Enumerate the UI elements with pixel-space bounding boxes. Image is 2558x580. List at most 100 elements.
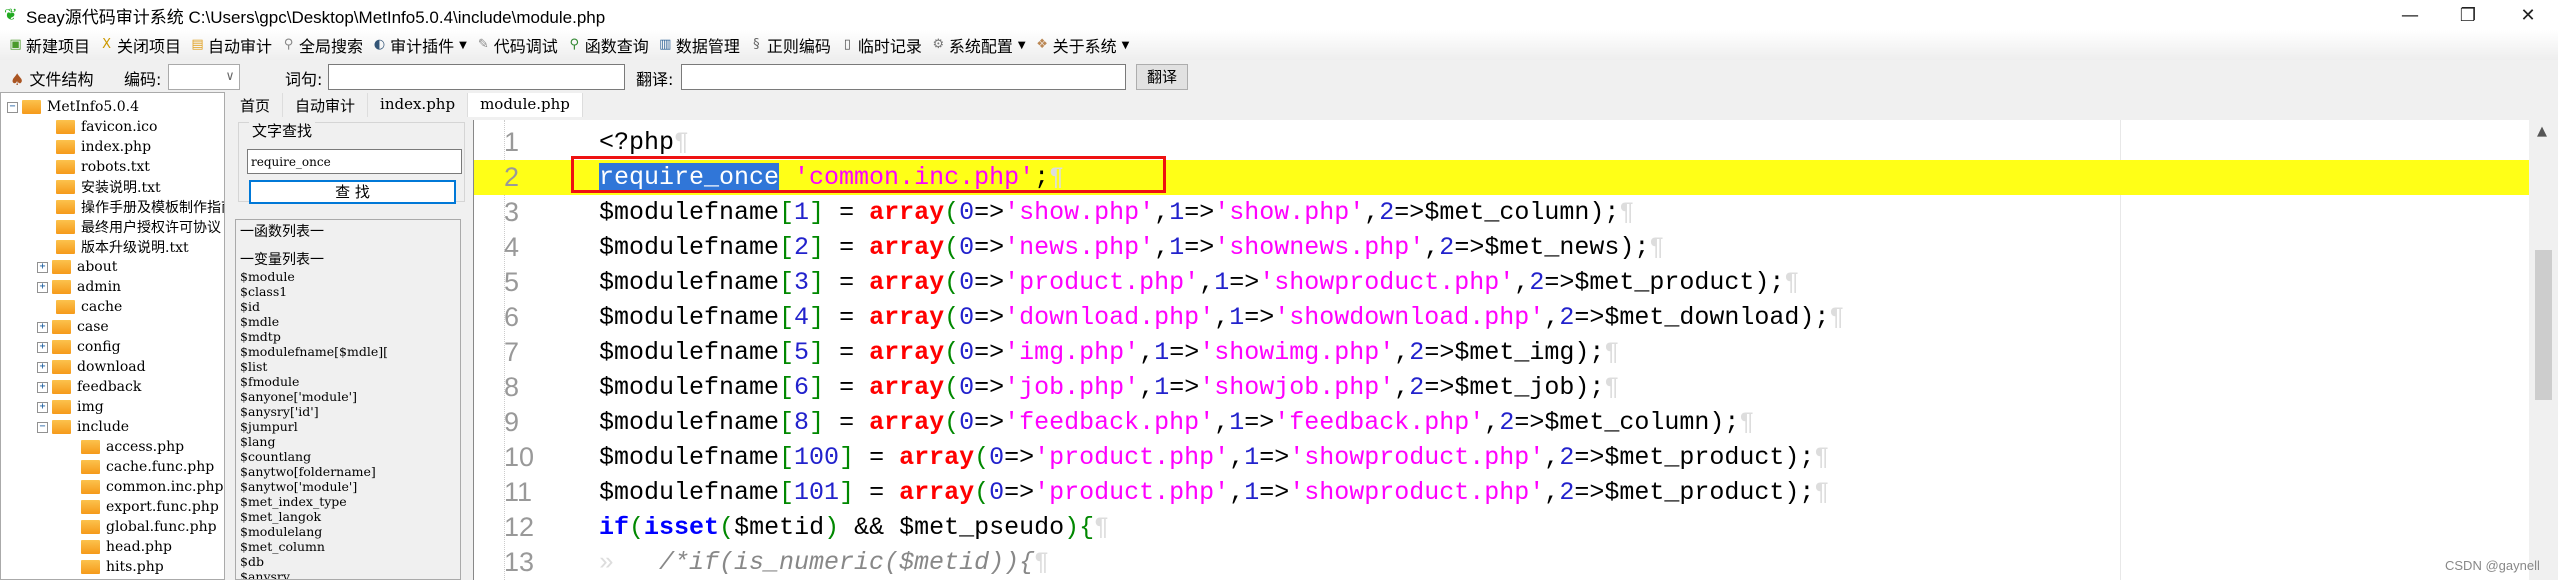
toolbar-button-5[interactable]: ◐ 审计插件 ▼: [372, 33, 467, 57]
tree-item[interactable]: index.php: [56, 137, 151, 157]
tree-item[interactable]: export.func.php: [81, 497, 219, 517]
toolbar-button-12[interactable]: ❖ 关于系统 ▼: [1035, 33, 1129, 57]
tab-index-php[interactable]: index.php: [368, 93, 469, 117]
encoding-select[interactable]: UTF-8 ∨: [168, 64, 240, 90]
tree-item[interactable]: global.func.php: [81, 517, 217, 537]
expand-icon[interactable]: +: [37, 321, 48, 333]
translate-button[interactable]: 翻译: [1136, 64, 1188, 90]
code-line: 3 $modulefname[1] = array(0=>'show.php',1…: [474, 195, 2530, 230]
scrollbar-thumb[interactable]: [2535, 250, 2552, 400]
tree-item[interactable]: + feedback: [37, 377, 141, 397]
window-title: Seay源代码审计系统 C:\Users\gpc\Desktop\MetInfo…: [26, 7, 606, 27]
code-editor[interactable]: 1 <?php¶ 2 require_once 'common.inc.php';¶ 3…: [473, 120, 2558, 580]
variable-list-item[interactable]: $modulelang: [240, 524, 456, 539]
collapse-icon[interactable]: −: [7, 101, 18, 113]
toolbar-button-9[interactable]: § 正则编码: [749, 33, 831, 57]
variable-list-item[interactable]: $fmodule: [240, 374, 456, 389]
variable-list-item[interactable]: $countlang: [240, 449, 456, 464]
toolbar-button-8[interactable]: ▥ 数据管理: [658, 33, 740, 57]
code-token: ¶: [1094, 513, 1110, 542]
tree-item[interactable]: cache.func.php: [81, 457, 214, 477]
minimize-button[interactable]: —: [2382, 0, 2438, 30]
variable-list-item[interactable]: $module: [240, 269, 456, 284]
expand-icon[interactable]: +: [37, 381, 48, 393]
find-button[interactable]: 查 找: [249, 180, 456, 204]
code-text: $modulefname[1] = array(0=>'show.php',1=…: [599, 195, 1634, 230]
tree-item[interactable]: 最终用户授权许可协议: [56, 217, 221, 237]
variable-list-item[interactable]: $id: [240, 299, 456, 314]
tree-item[interactable]: favicon.ico: [56, 117, 157, 137]
code-token: $met_img: [1454, 338, 1575, 367]
variable-list-item[interactable]: $db: [240, 554, 456, 569]
code-token: 101: [794, 478, 840, 507]
variable-list-item[interactable]: $met_langok: [240, 509, 456, 524]
collapse-icon[interactable]: −: [37, 421, 48, 433]
code-token: $modulefname: [599, 373, 780, 402]
tree-item[interactable]: + config: [37, 337, 121, 357]
vertical-scrollbar[interactable]: ▲: [2529, 120, 2558, 580]
tree-item[interactable]: robots.txt: [56, 157, 150, 177]
toolbar-button-11[interactable]: ⚙ 系统配置 ▼: [931, 33, 1026, 57]
variable-list-item[interactable]: $mdle: [240, 314, 456, 329]
toolbar-button-6[interactable]: ✎ 代码调试: [476, 33, 558, 57]
tab-module-php[interactable]: module.php: [468, 93, 583, 117]
tree-item[interactable]: 安装说明.txt: [56, 177, 161, 197]
code-token: ,: [1229, 478, 1245, 507]
code-token: (: [944, 338, 960, 367]
search-input[interactable]: [247, 149, 462, 174]
phrase-input[interactable]: [328, 64, 625, 90]
tree-item[interactable]: hits.php: [81, 557, 164, 577]
scroll-up-icon[interactable]: ▲: [2537, 124, 2547, 139]
variable-list-item[interactable]: $modulefname[$mdle][: [240, 344, 456, 359]
tree-item[interactable]: − include: [37, 417, 129, 437]
tab--[interactable]: 首页: [228, 93, 284, 117]
variable-list-item[interactable]: $jumpurl: [240, 419, 456, 434]
variable-list-item[interactable]: $met_column: [240, 539, 456, 554]
variable-list-item[interactable]: $lang: [240, 434, 456, 449]
variable-list-item[interactable]: $anysry['id']: [240, 404, 456, 419]
code-token: );: [1754, 268, 1785, 297]
variable-list-item[interactable]: $class1: [240, 284, 456, 299]
variable-list-item[interactable]: $anysry: [240, 569, 456, 579]
translate-input[interactable]: [681, 64, 1126, 90]
tree-item[interactable]: access.php: [81, 437, 184, 457]
variable-list-item[interactable]: $met_index_type: [240, 494, 456, 509]
variable-list-item[interactable]: $anytwo[foldername]: [240, 464, 456, 479]
code-token: array: [869, 198, 945, 227]
tree-item[interactable]: head.php: [81, 537, 172, 557]
toolbar-button-10[interactable]: ▯ 临时记录: [840, 33, 922, 57]
expand-icon[interactable]: +: [37, 361, 48, 373]
file-structure-button[interactable]: ♠ 文件结构: [10, 66, 93, 90]
tree-item[interactable]: + case: [37, 317, 109, 337]
symbol-list[interactable]: 一函数列表一 一变量列表一 $module $class1 $id $mdle $mdt…: [235, 219, 461, 580]
tree-item[interactable]: + admin: [37, 277, 121, 297]
tree-item[interactable]: common.inc.php: [81, 477, 223, 497]
toolbar-button-7[interactable]: ⚲ 函数查询: [567, 33, 649, 57]
tree-item[interactable]: 版本升级说明.txt: [56, 237, 189, 257]
toolbar-button-2[interactable]: X 关闭项目: [99, 33, 181, 57]
expand-icon[interactable]: +: [37, 261, 48, 273]
toolbar-button-3[interactable]: ▤ 自动审计: [190, 33, 272, 57]
tree-item[interactable]: 操作手册及模板制作指南: [56, 197, 224, 217]
variable-list-item[interactable]: $list: [240, 359, 456, 374]
expand-icon[interactable]: +: [37, 281, 48, 293]
expand-icon[interactable]: +: [37, 401, 48, 413]
file-tree[interactable]: − MetInfo5.0.4 favicon.ico index.php robots.…: [0, 92, 225, 580]
tree-item[interactable]: + about: [37, 257, 117, 277]
variable-list-item[interactable]: $anytwo['module']: [240, 479, 456, 494]
toolbar-button-4[interactable]: ⚲ 全局搜索: [281, 33, 363, 57]
code-token: 2: [1559, 303, 1575, 332]
tree-item[interactable]: + img: [37, 397, 104, 417]
tree-item[interactable]: cache: [56, 297, 122, 317]
toolbar-button-label: 全局搜索: [299, 37, 364, 56]
toolbar-button-1[interactable]: ▣ 新建项目: [8, 33, 90, 57]
close-button[interactable]: ✕: [2500, 0, 2556, 30]
tree-item[interactable]: − MetInfo5.0.4: [7, 97, 139, 117]
variable-list-item[interactable]: $anyone['module']: [240, 389, 456, 404]
restore-button[interactable]: ❐: [2440, 0, 2496, 30]
tree-item[interactable]: + download: [37, 357, 146, 377]
expand-icon[interactable]: +: [37, 341, 48, 353]
code-token: ¶: [1739, 408, 1755, 437]
variable-list-item[interactable]: $mdtp: [240, 329, 456, 344]
tab--[interactable]: 自动审计: [283, 93, 369, 117]
